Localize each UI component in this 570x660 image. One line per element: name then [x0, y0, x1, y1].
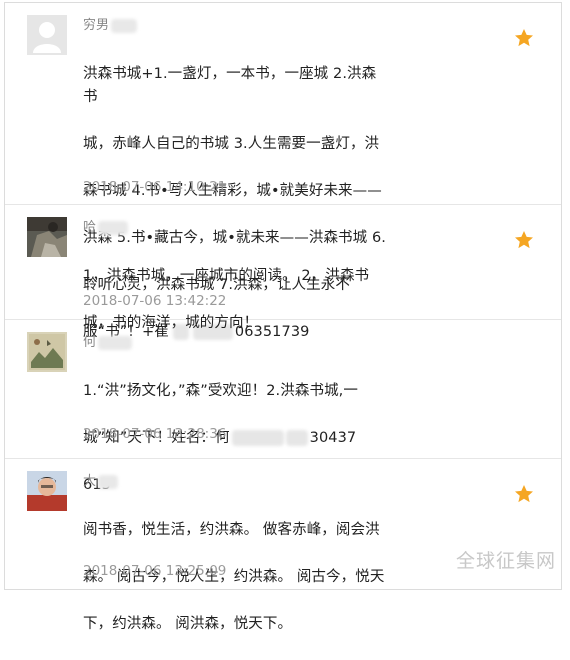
timestamp: 2018-07-06 14:10:21 — [83, 179, 227, 195]
timestamp: 2018-07-06 13:25:09 — [83, 563, 227, 579]
redacted-name — [98, 220, 129, 235]
redacted-phone — [285, 429, 308, 446]
redacted-name — [111, 18, 138, 33]
list-item: 哈 1，洪森书城，一座城市的阅读。 2，洪森书 城，书的海洋，城的方向！ 201… — [5, 205, 561, 331]
star-icon[interactable] — [513, 229, 535, 251]
photo-avatar-icon[interactable] — [27, 217, 67, 257]
redacted-name — [98, 474, 119, 489]
watermark: 全球征集网 — [456, 550, 557, 572]
list-item: 何 1.“洪”扬文化，”森”受欢迎！2.洪森书城,一 城”知”天下！姓名：何 30… — [5, 320, 561, 493]
username[interactable]: 大 — [83, 473, 119, 491]
star-icon[interactable] — [513, 27, 535, 49]
star-icon[interactable] — [513, 483, 535, 505]
timestamp: 2018-07-06 13:42:22 — [83, 293, 227, 309]
person-avatar-icon[interactable] — [27, 471, 67, 511]
default-avatar-icon[interactable] — [27, 15, 67, 55]
painting-avatar-icon[interactable] — [27, 332, 67, 372]
comment-list: 穷男 洪森书城+1.一盏灯，一本书，一座城 2.洪森书 城，赤峰人自己的书城 3… — [4, 2, 562, 632]
redacted-name — [98, 335, 133, 350]
list-item: 穷男 洪森书城+1.一盏灯，一本书，一座城 2.洪森书 城，赤峰人自己的书城 3… — [5, 3, 561, 340]
redacted-phone — [231, 429, 284, 446]
username[interactable]: 何 — [83, 334, 133, 352]
username[interactable]: 穷男 — [83, 17, 138, 35]
timestamp: 2018-07-06 13:28:36 — [83, 426, 227, 442]
username[interactable]: 哈 — [83, 219, 129, 237]
